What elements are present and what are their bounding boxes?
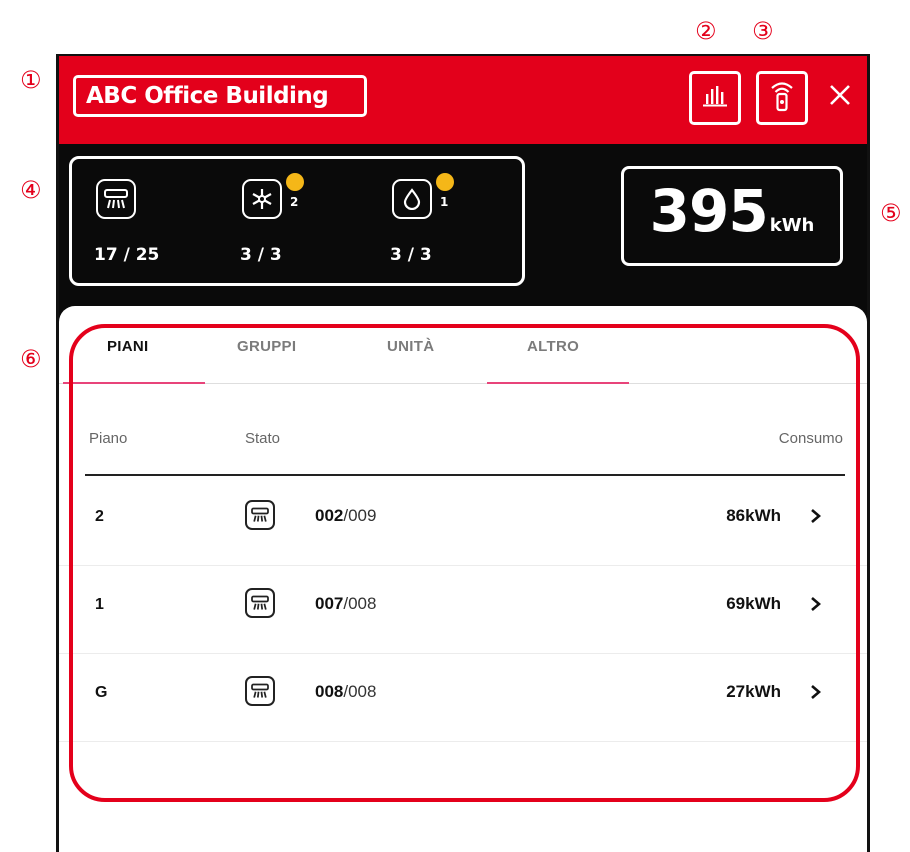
ac-units-value: 17 / 25 <box>94 245 160 265</box>
callout-2: ② <box>695 17 717 45</box>
dry-alert-count: 1 <box>440 195 449 209</box>
energy-value: 395 <box>649 177 769 245</box>
unit-status-summary: 17 / 25 2 3 / 3 1 3 / 3 <box>69 156 525 286</box>
building-title: ABC Office Building <box>73 75 367 117</box>
energy-unit: kWh <box>769 215 815 236</box>
warning-badge-icon <box>286 173 304 191</box>
air-conditioner-icon <box>96 179 136 219</box>
cooling-stat[interactable]: 2 3 / 3 <box>220 173 320 277</box>
close-button[interactable] <box>825 82 855 112</box>
callout-4: ④ <box>20 176 42 204</box>
annotation-outline <box>69 324 860 802</box>
warning-badge-icon <box>436 173 454 191</box>
wifi-remote-icon <box>769 80 795 116</box>
water-drop-icon <box>392 179 432 219</box>
snowflake-icon <box>242 179 282 219</box>
summary-bar: 17 / 25 2 3 / 3 1 3 / 3 395 kWh <box>59 144 867 324</box>
remote-connection-button[interactable] <box>756 71 808 125</box>
statistics-button[interactable] <box>689 71 741 125</box>
bar-chart-icon <box>703 85 727 111</box>
cooling-alert-count: 2 <box>290 195 299 209</box>
dry-stat[interactable]: 1 3 / 3 <box>370 173 470 277</box>
content-panel: PIANI GRUPPI UNITÀ ALTRO Piano Stato Con… <box>59 306 867 852</box>
header-bar: ABC Office Building <box>59 56 867 144</box>
callout-6: ⑥ <box>20 345 42 373</box>
callout-5: ⑤ <box>880 199 902 227</box>
ac-units-stat[interactable]: 17 / 25 <box>74 173 174 277</box>
close-icon <box>829 84 851 110</box>
dry-value: 3 / 3 <box>390 245 432 265</box>
building-panel: ABC Office Building 17 / 25 2 3 / 3 1 3 … <box>56 54 870 852</box>
cooling-value: 3 / 3 <box>240 245 282 265</box>
energy-total: 395 kWh <box>621 166 843 266</box>
callout-1: ① <box>20 66 42 94</box>
callout-3: ③ <box>752 17 774 45</box>
